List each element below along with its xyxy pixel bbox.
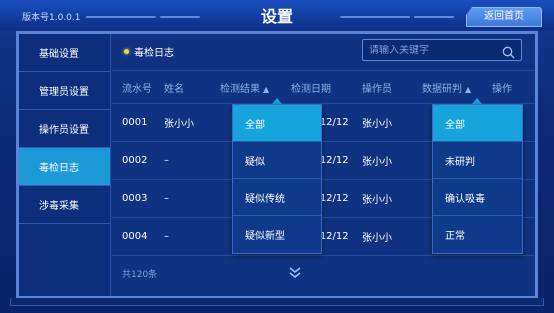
- total-count: 共120条: [122, 270, 158, 280]
- sidebar: 基础设置 管理员设置 操作员设置 毒检日志 涉毒采集: [19, 34, 111, 296]
- search-box: [362, 39, 522, 61]
- col-name: 姓名: [164, 83, 184, 95]
- judge-option-normal[interactable]: 正常: [433, 216, 522, 253]
- result-filter-dropdown: 全部 疑似 疑似传统 疑似新型: [232, 104, 322, 254]
- cell-serial: 0004: [122, 231, 148, 242]
- result-option-suspected-traditional[interactable]: 疑似传统: [233, 179, 321, 216]
- col-result-label: 检测结果: [220, 83, 260, 95]
- top-bar: 版本号1.0.0.1 设置 返回首页: [0, 0, 554, 30]
- judge-option-all[interactable]: 全部: [433, 105, 522, 142]
- col-result-filter[interactable]: 检测结果 ▲: [220, 80, 291, 95]
- search-input[interactable]: [363, 44, 493, 56]
- result-option-suspected-new[interactable]: 疑似新型: [233, 216, 321, 253]
- cell-serial: 0002: [122, 155, 148, 166]
- cell-name: –: [164, 231, 169, 242]
- cell-name: 张小小: [164, 119, 194, 130]
- col-operator: 操作员: [362, 83, 392, 95]
- back-home-button[interactable]: 返回首页: [466, 7, 542, 27]
- cell-serial: 0003: [122, 193, 148, 204]
- frame-base: [10, 298, 544, 306]
- load-more-icon[interactable]: [288, 266, 302, 283]
- judge-option-unjudged[interactable]: 未研判: [433, 142, 522, 179]
- cell-name: –: [164, 155, 169, 166]
- sidebar-item-basic-settings[interactable]: 基础设置: [19, 34, 110, 72]
- breadcrumb: 毒检日志: [124, 44, 174, 59]
- cell-name: –: [164, 193, 169, 204]
- title-decoration-right-short: [414, 16, 454, 18]
- cell-operator: 张小小: [362, 195, 392, 206]
- breadcrumb-label: 毒检日志: [134, 48, 174, 59]
- col-judge-filter[interactable]: 数据研判 ▲: [422, 80, 492, 95]
- title-decoration-right: [340, 16, 410, 18]
- col-serial: 流水号: [122, 83, 152, 95]
- chevron-up-icon: ▲: [465, 84, 472, 94]
- sidebar-item-operator-settings[interactable]: 操作员设置: [19, 110, 110, 148]
- sidebar-item-drug-collection[interactable]: 涉毒采集: [19, 186, 110, 224]
- judge-option-confirmed[interactable]: 确认吸毒: [433, 179, 522, 216]
- result-option-all[interactable]: 全部: [233, 105, 321, 142]
- result-option-suspected[interactable]: 疑似: [233, 142, 321, 179]
- breadcrumb-dot-icon: [124, 49, 129, 54]
- cell-serial: 0001: [122, 117, 148, 128]
- sidebar-item-drug-test-log[interactable]: 毒检日志: [19, 148, 110, 186]
- judge-filter-dropdown: 全部 未研判 确认吸毒 正常: [432, 104, 523, 254]
- sidebar-item-admin-settings[interactable]: 管理员设置: [19, 72, 110, 110]
- col-judge-label: 数据研判: [422, 83, 462, 95]
- cell-operator: 张小小: [362, 233, 392, 244]
- cell-operator: 张小小: [362, 119, 392, 130]
- col-action: 操作: [492, 83, 512, 95]
- chevron-up-icon: ▲: [263, 84, 270, 94]
- search-icon[interactable]: [502, 44, 515, 63]
- app-window: 版本号1.0.0.1 设置 返回首页 基础设置 管理员设置 操作员设置 毒检日志…: [0, 0, 554, 313]
- cell-operator: 张小小: [362, 157, 392, 168]
- col-date: 检测日期: [291, 83, 331, 95]
